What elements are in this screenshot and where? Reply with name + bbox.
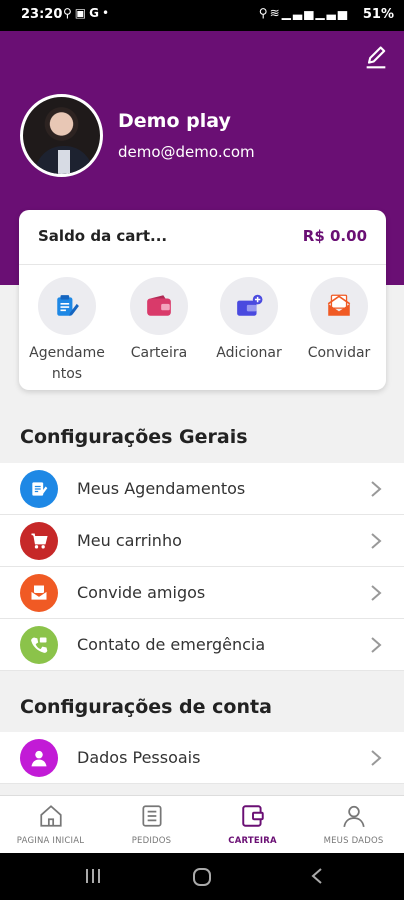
avatar-shirt (58, 150, 70, 174)
action-label: Carteira (130, 345, 188, 361)
signal-icon: ▁▃▅ (281, 6, 316, 20)
recent-apps-icon[interactable] (84, 867, 102, 885)
balance-row[interactable]: Saldo da cart... R$ 0.00 (19, 210, 386, 265)
nav-carteira[interactable]: CARTEIRA (202, 796, 303, 854)
action-label: Convidar (307, 345, 371, 361)
status-time: 23:20 (21, 7, 63, 22)
person-icon (20, 739, 58, 777)
chevron-right-icon (371, 533, 382, 549)
cart-icon (20, 522, 58, 560)
menu-label: Meu carrinho (77, 531, 182, 550)
system-icons: ⚲≋▁▃▅▁▃▅ (259, 6, 349, 20)
action-convidar[interactable]: Convidar (295, 277, 383, 364)
dot-icon: • (102, 6, 113, 20)
location-icon: ⚲ (258, 6, 270, 20)
pencil-icon[interactable] (362, 44, 390, 72)
menu-item-dados-pessoais[interactable]: Dados Pessoais (0, 732, 404, 784)
balance-value: R$ 0.00 (302, 227, 367, 245)
nav-meus-dados[interactable]: MEUS DADOS (303, 796, 404, 854)
action-label: Adicionar (216, 345, 282, 361)
wifi-icon: ≋ (269, 6, 282, 20)
menu-label: Dados Pessoais (77, 748, 201, 767)
nav-label: MEUS DADOS (323, 836, 384, 846)
action-label: Agendamentos (29, 345, 105, 382)
action-circle (130, 277, 188, 335)
back-icon[interactable] (310, 867, 324, 885)
menu-label: Meus Agendamentos (77, 479, 246, 498)
wallet-icon (241, 805, 264, 827)
gallery-icon: ▣ (74, 6, 90, 20)
menu-label: Convide amigos (77, 583, 206, 602)
orders-icon (141, 805, 162, 827)
action-circle (220, 277, 278, 335)
phone-icon (20, 626, 58, 664)
action-circle (310, 277, 368, 335)
nav-label: PAGINA INICIAL (16, 836, 85, 846)
action-circle (38, 277, 96, 335)
action-carteira[interactable]: Carteira (115, 277, 203, 364)
chevron-right-icon (371, 481, 382, 497)
account-settings-title: Configurações de conta (20, 696, 272, 718)
nav-label: CARTEIRA (228, 836, 277, 846)
chevron-right-icon (371, 750, 382, 766)
google-icon: G (89, 6, 102, 20)
menu-item-meus-agendamentos[interactable]: Meus Agendamentos (0, 463, 404, 515)
invite-icon (20, 574, 58, 612)
home-button-icon[interactable] (192, 867, 212, 887)
signal-icon: ▁▃▅ (315, 6, 349, 20)
avatar[interactable] (20, 94, 103, 177)
chevron-right-icon (371, 585, 382, 601)
home-icon (39, 805, 62, 827)
general-settings-title: Configurações Gerais (20, 426, 248, 448)
nav-label: PEDIDOS (131, 836, 172, 846)
action-agendamentos[interactable]: Agendamentos (23, 277, 111, 385)
location-person-icon: ⚲ (63, 6, 75, 20)
user-icon (342, 805, 365, 828)
menu-label: Contato de emergência (77, 635, 266, 654)
invite-icon (327, 294, 351, 316)
user-name: Demo play (118, 110, 231, 132)
user-email: demo@demo.com (118, 143, 255, 161)
wallet-card: Saldo da cart... R$ 0.00 Agendamentos Ca… (19, 210, 386, 390)
status-bar: 23:20 ⚲▣G• ⚲≋▁▃▅▁▃▅ 51% (0, 0, 404, 31)
add-card-icon (237, 294, 263, 316)
wallet-icon (147, 295, 171, 316)
menu-item-contato-emergencia[interactable]: Contato de emergência (0, 619, 404, 671)
battery-level: 51% (362, 7, 394, 22)
action-adicionar[interactable]: Adicionar (205, 277, 293, 364)
bottom-navigation: PAGINA INICIAL PEDIDOS CARTEIRA MEUS DAD… (0, 795, 404, 853)
schedule-icon (57, 295, 79, 316)
menu-item-convide-amigos[interactable]: Convide amigos (0, 567, 404, 619)
menu-item-meu-carrinho[interactable]: Meu carrinho (0, 515, 404, 567)
nav-pedidos[interactable]: PEDIDOS (101, 796, 202, 854)
chevron-right-icon (371, 637, 382, 653)
schedule-icon (20, 470, 58, 508)
balance-label: Saldo da cart... (38, 227, 168, 245)
nav-pagina-inicial[interactable]: PAGINA INICIAL (0, 796, 101, 854)
notification-icons: ⚲▣G• (63, 6, 112, 20)
system-navigation-bar (0, 853, 404, 900)
